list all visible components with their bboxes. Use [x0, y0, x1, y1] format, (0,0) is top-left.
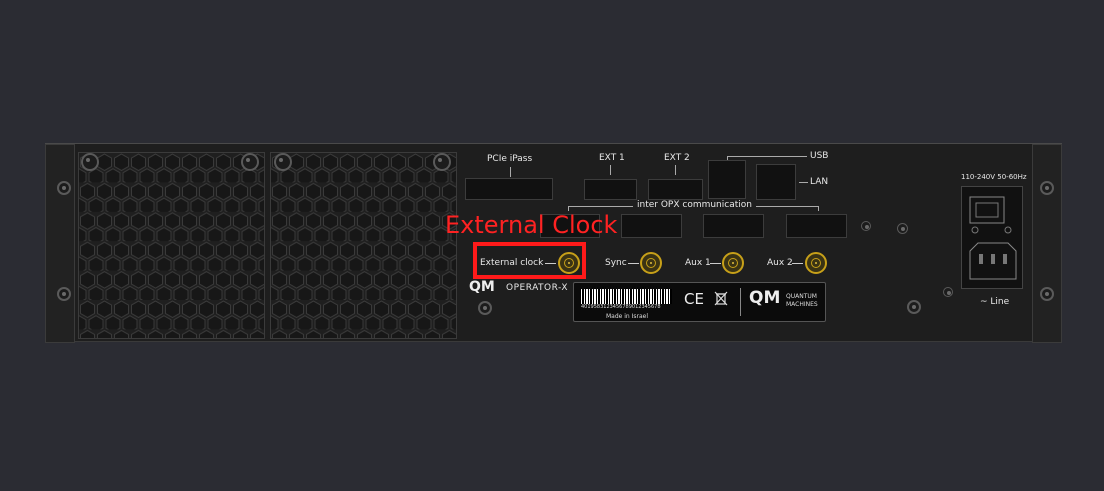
pcie-leader-line [510, 167, 511, 177]
inter-opx-label: inter OPX communication [633, 201, 756, 210]
lan-port[interactable] [756, 164, 796, 200]
power-inlet[interactable] [961, 186, 1023, 289]
ext2-port[interactable] [648, 179, 703, 200]
fan-screw [274, 153, 292, 171]
fan-grille-left [78, 152, 265, 339]
power-socket-icon [969, 196, 1017, 280]
sync-leader [628, 263, 639, 264]
quantum-machines-logo-icon: QM [749, 288, 781, 308]
qm-logo-icon: QM [469, 279, 495, 295]
annotation-label: External Clock [445, 211, 618, 239]
panel-screw [897, 223, 908, 234]
panel-screw [943, 287, 953, 297]
honeycomb-pattern-icon [79, 153, 264, 338]
fan-screw [241, 153, 259, 171]
honeycomb-pattern-icon [271, 153, 456, 338]
inter-opx-bracket-right [818, 206, 819, 211]
ext1-port[interactable] [584, 179, 637, 200]
ce-mark-icon: CE [684, 290, 704, 308]
inter-opx-port-2[interactable] [621, 214, 682, 238]
inter-opx-port-3[interactable] [703, 214, 764, 238]
aux2-connector[interactable] [805, 252, 827, 274]
fan-screw [81, 153, 99, 171]
pcie-ipass-label: PCIe iPass [487, 154, 533, 164]
company-name-line1: QUANTUM [786, 293, 817, 300]
left-rack-ear [45, 144, 75, 343]
ext2-leader-line [675, 165, 676, 175]
made-in-label: Made in Israel [606, 313, 649, 320]
barcode [580, 289, 672, 304]
fan-grille-right [270, 152, 457, 339]
fan-screw [433, 153, 451, 171]
left-rack-screw-top [57, 181, 71, 195]
aux1-connector[interactable] [722, 252, 744, 274]
panel-screw [907, 300, 921, 314]
lan-leader-line [799, 182, 808, 183]
sync-label: Sync [605, 258, 627, 268]
power-rating-label: 110-240V 50-60Hz [961, 173, 1027, 181]
product-name: OPERATOR-X [506, 283, 568, 293]
ext1-label: EXT 1 [599, 153, 625, 163]
annotation-highlight-box [473, 242, 586, 279]
crossed-out-bin-icon [714, 290, 728, 307]
right-rack-screw-top [1040, 181, 1054, 195]
power-line-label: ~ Line [980, 297, 1010, 307]
inter-opx-port-4[interactable] [786, 214, 847, 238]
lan-label: LAN [810, 177, 829, 187]
usb-port[interactable] [708, 160, 746, 199]
right-rack-ear [1032, 144, 1062, 343]
usb-label: USB [810, 151, 829, 161]
company-name-line2: MACHINES [786, 301, 818, 308]
aux2-leader [792, 263, 803, 264]
right-rack-screw-bottom [1040, 287, 1054, 301]
usb-bracket-line [727, 156, 807, 157]
aux1-label: Aux 1 [685, 258, 711, 268]
ext1-leader-line [610, 165, 611, 175]
panel-screw [478, 301, 492, 315]
panel-screw [861, 221, 871, 231]
aux2-label: Aux 2 [767, 258, 793, 268]
left-rack-screw-bottom [57, 287, 71, 301]
sync-connector[interactable] [640, 252, 662, 274]
barcode-number: 4019583123456789012345678 [581, 304, 661, 310]
pcie-ipass-port[interactable] [465, 178, 553, 200]
sticker-divider [740, 288, 741, 316]
aux1-leader [710, 263, 721, 264]
ext2-label: EXT 2 [664, 153, 690, 163]
